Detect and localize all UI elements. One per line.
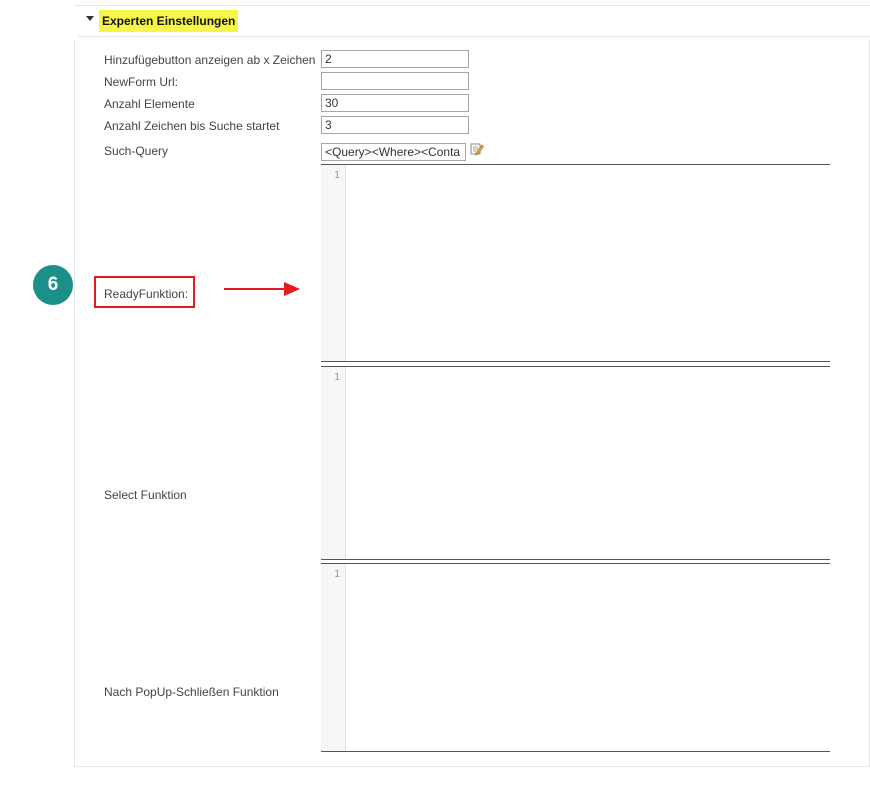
select-function-label: Select Funktion bbox=[104, 488, 187, 502]
edit-pencil-icon[interactable] bbox=[470, 142, 484, 156]
newform-url-input[interactable] bbox=[321, 72, 469, 90]
search-start-chars-input[interactable] bbox=[321, 116, 469, 134]
add-button-threshold-label: Hinzufügebutton anzeigen ab x Zeichen bbox=[104, 53, 316, 67]
after-popup-close-editor[interactable]: 1 bbox=[321, 563, 830, 752]
element-count-label: Anzahl Elemente bbox=[104, 97, 195, 111]
after-popup-close-label: Nach PopUp-Schließen Funktion bbox=[104, 685, 279, 699]
caret-down-icon[interactable] bbox=[86, 16, 94, 21]
line-number: 1 bbox=[333, 372, 340, 383]
ready-function-editor[interactable]: 1 bbox=[321, 164, 830, 362]
editor-gutter: 1 bbox=[321, 165, 346, 361]
search-start-chars-label: Anzahl Zeichen bis Suche startet bbox=[104, 119, 280, 133]
highlight-box bbox=[94, 276, 195, 308]
arrow-right-icon bbox=[224, 282, 300, 296]
element-count-input[interactable] bbox=[321, 94, 469, 112]
search-query-input[interactable] bbox=[321, 143, 466, 161]
line-number: 1 bbox=[333, 569, 340, 580]
section-header[interactable]: Experten Einstellungen bbox=[78, 6, 870, 37]
step-badge: 6 bbox=[33, 265, 73, 305]
newform-url-label: NewForm Url: bbox=[104, 75, 178, 89]
editor-gutter: 1 bbox=[321, 564, 346, 751]
editor-gutter: 1 bbox=[321, 367, 346, 559]
section-title: Experten Einstellungen bbox=[99, 10, 239, 32]
line-number: 1 bbox=[333, 170, 340, 181]
select-function-editor[interactable]: 1 bbox=[321, 366, 830, 560]
add-button-threshold-input[interactable] bbox=[321, 50, 469, 68]
search-query-label: Such-Query bbox=[104, 144, 169, 158]
